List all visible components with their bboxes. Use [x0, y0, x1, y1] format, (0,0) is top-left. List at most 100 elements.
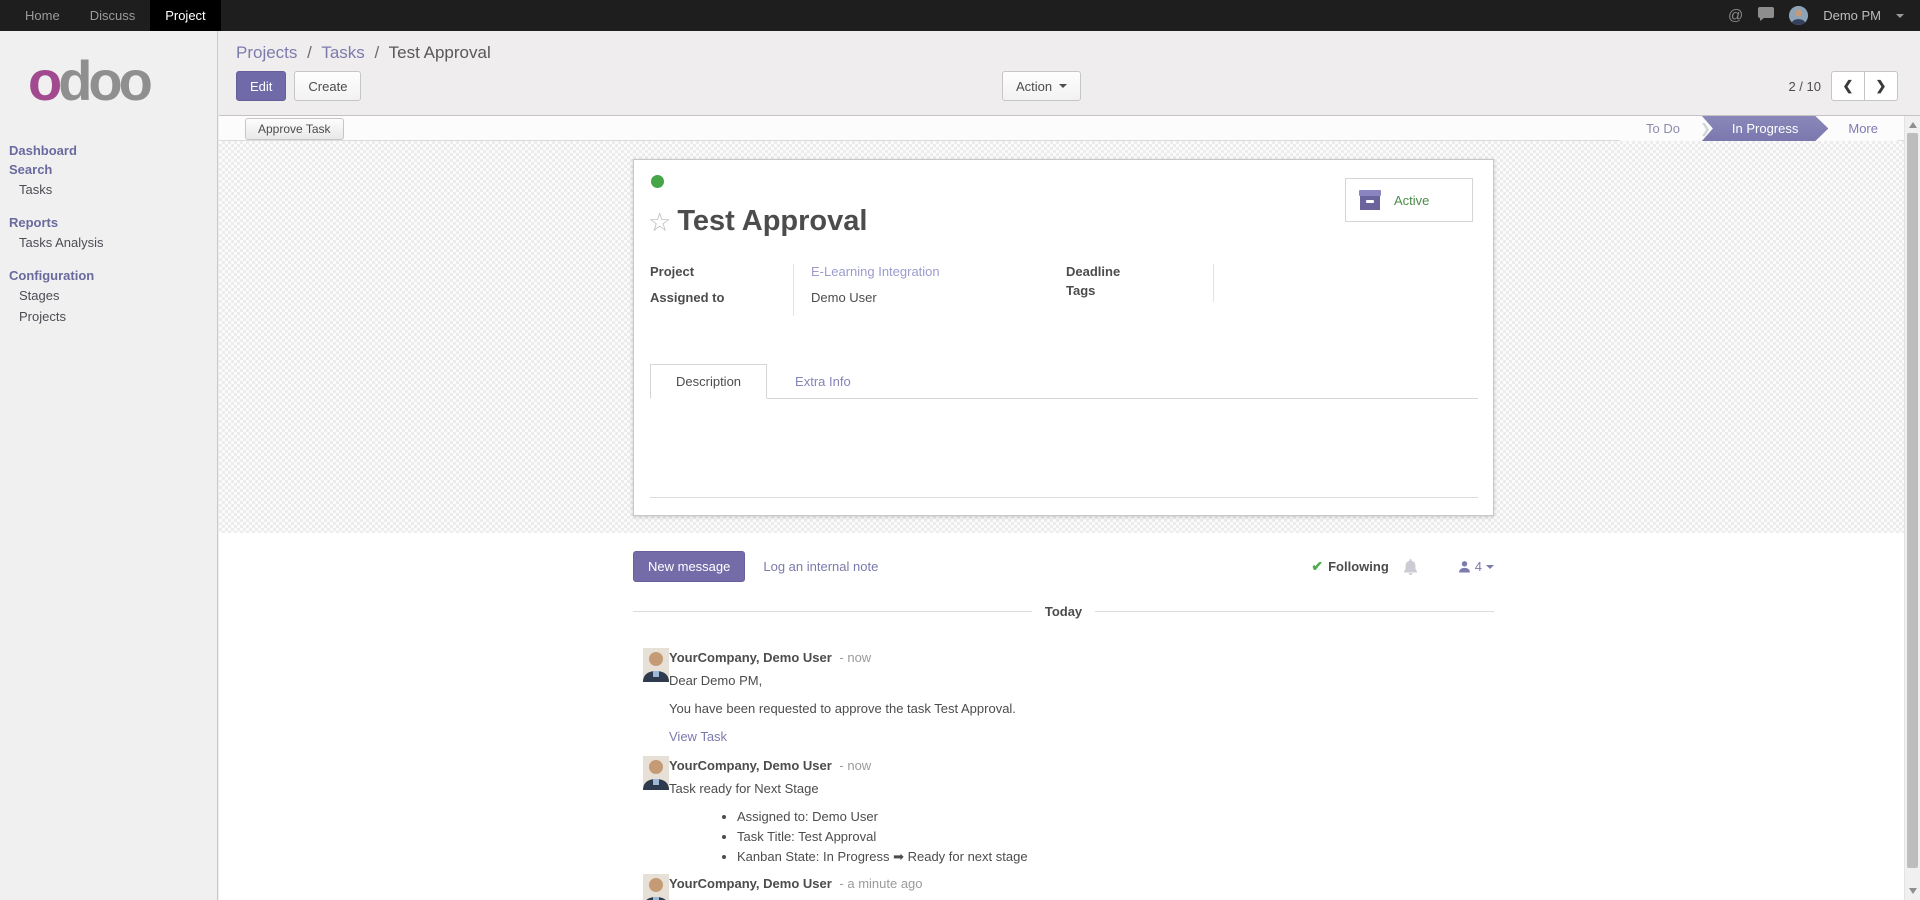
form-buttons: Edit Create [236, 71, 361, 101]
user-menu-caret-icon[interactable] [1896, 14, 1904, 18]
sidebar-item-projects[interactable]: Projects [0, 306, 217, 327]
deadline-field-value[interactable] [1213, 264, 1366, 283]
main-menu: Home Discuss Project [0, 0, 221, 31]
following-label: Following [1328, 559, 1389, 574]
check-icon: ✔ [1311, 558, 1323, 575]
user-avatar[interactable] [1789, 6, 1808, 25]
stage-todo[interactable]: To Do [1620, 116, 1700, 141]
tags-field-label: Tags [1066, 283, 1213, 302]
form-statusbar: Approve Task To Do ❯ In Progress More [219, 116, 1904, 141]
message-author: YourCompany, Demo User [669, 758, 832, 773]
app-sidebar: odoo Dashboard Search Tasks Reports Task… [0, 31, 218, 900]
message-author: YourCompany, Demo User [669, 650, 832, 665]
form-view-background: Active ☆ Test Approval Project E-Learnin… [219, 141, 1904, 533]
notebook-tabs: Description Extra Info [650, 362, 1478, 399]
user-name[interactable]: Demo PM [1823, 8, 1881, 23]
message-body: Dear Demo PM, You have been requested to… [669, 673, 1494, 744]
stage-in-progress[interactable]: In Progress [1702, 116, 1828, 141]
date-divider: Today [633, 604, 1494, 619]
field-group-right: Deadline Tags [1066, 264, 1366, 302]
menu-home[interactable]: Home [10, 0, 75, 31]
chatter-message: YourCompany, Demo User - now Dear Demo P… [633, 648, 1494, 744]
sidebar-item-tasks-analysis[interactable]: Tasks Analysis [0, 232, 217, 253]
odoo-app: Home Discuss Project @ Demo PM odoo Dash… [0, 0, 1920, 900]
following-button[interactable]: ✔ Following [1311, 558, 1388, 575]
sidebar-section-configuration[interactable]: Configuration [0, 266, 217, 285]
chatter: New message Log an internal note ✔ Follo… [219, 533, 1904, 900]
sheet-divider [650, 497, 1478, 498]
approve-task-button[interactable]: Approve Task [245, 118, 344, 140]
pager-value: 2 / 10 [1788, 79, 1821, 94]
mentions-at-icon[interactable]: @ [1728, 8, 1743, 23]
message-paragraph: You have been requested to approve the t… [669, 701, 1494, 716]
message-header: YourCompany, Demo User - now [669, 756, 1494, 773]
scroll-down-arrow-icon[interactable] [1909, 888, 1917, 894]
breadcrumb-tasks[interactable]: Tasks [321, 43, 364, 62]
follower-controls: ✔ Following 4 [1311, 558, 1494, 575]
bell-icon[interactable] [1403, 559, 1418, 575]
author-avatar [643, 648, 669, 682]
active-toggle-button[interactable]: Active [1345, 178, 1473, 222]
pager-previous-button[interactable]: ❮ [1831, 71, 1865, 101]
message-header: YourCompany, Demo User - now [669, 648, 1494, 665]
menu-discuss[interactable]: Discuss [75, 0, 151, 31]
sidebar-item-tasks[interactable]: Tasks [0, 179, 217, 200]
project-field-label: Project [650, 264, 793, 290]
sidebar-menu: Dashboard Search Tasks Reports Tasks Ana… [0, 141, 217, 327]
favorite-star-icon[interactable]: ☆ [648, 209, 671, 235]
tracking-value: Task Title: Test Approval [737, 829, 1494, 844]
sidebar-item-dashboard[interactable]: Dashboard [0, 141, 217, 160]
field-group-left: Project E-Learning Integration Assigned … [650, 264, 1066, 316]
top-navbar: Home Discuss Project @ Demo PM [0, 0, 1920, 31]
date-divider-label: Today [1032, 604, 1095, 619]
tab-description[interactable]: Description [650, 364, 767, 399]
record-pager: 2 / 10 ❮ ❯ [1788, 71, 1898, 101]
message-header: YourCompany, Demo User - a minute ago [669, 874, 1494, 891]
stage-widget: To Do ❯ In Progress More [1620, 116, 1898, 141]
task-form-sheet: Active ☆ Test Approval Project E-Learnin… [633, 159, 1494, 516]
tags-field-value[interactable] [1213, 283, 1366, 302]
new-message-button[interactable]: New message [633, 551, 745, 582]
log-internal-note-link[interactable]: Log an internal note [763, 559, 878, 574]
assigned-to-field-value[interactable]: Demo User [793, 290, 1066, 316]
view-task-link[interactable]: View Task [669, 729, 727, 744]
followers-count: 4 [1475, 559, 1482, 574]
chat-bubble-icon[interactable] [1758, 7, 1774, 24]
tracking-value: Assigned to: Demo User [737, 809, 1494, 824]
scroll-up-arrow-icon[interactable] [1909, 122, 1917, 128]
message-paragraph: Task ready for Next Stage [669, 781, 1494, 796]
message-author: YourCompany, Demo User [669, 876, 832, 891]
active-toggle-label: Active [1394, 193, 1429, 208]
action-dropdown-button[interactable]: Action [1002, 71, 1081, 101]
vertical-scrollbar[interactable] [1904, 116, 1920, 900]
action-caret-icon [1059, 84, 1067, 88]
menu-project[interactable]: Project [150, 0, 220, 31]
author-avatar [643, 756, 669, 790]
kanban-state-dot[interactable] [651, 175, 664, 188]
sidebar-section-reports[interactable]: Reports [0, 213, 217, 232]
pager-next-button[interactable]: ❯ [1864, 71, 1898, 101]
task-title-row: ☆ Test Approval [648, 205, 867, 238]
breadcrumb-separator: / [370, 43, 385, 62]
person-icon [1458, 560, 1471, 573]
followers-caret-icon [1486, 565, 1494, 569]
chatter-message: YourCompany, Demo User - now Task ready … [633, 756, 1494, 870]
odoo-logo[interactable]: odoo [28, 53, 217, 109]
message-time: - now [835, 650, 871, 665]
chatter-message: YourCompany, Demo User - a minute ago [633, 874, 1494, 891]
breadcrumb-projects[interactable]: Projects [236, 43, 297, 62]
create-button[interactable]: Create [294, 71, 361, 101]
edit-button[interactable]: Edit [236, 71, 286, 101]
stage-more[interactable]: More [1828, 116, 1898, 141]
followers-dropdown-button[interactable]: 4 [1458, 559, 1494, 574]
project-field-value[interactable]: E-Learning Integration [793, 264, 1066, 290]
breadcrumb: Projects / Tasks / Test Approval [236, 43, 491, 63]
tab-extra-info[interactable]: Extra Info [767, 365, 879, 398]
sidebar-item-search[interactable]: Search [0, 160, 217, 179]
message-time: - a minute ago [835, 876, 922, 891]
deadline-field-label: Deadline [1066, 264, 1213, 283]
message-time: - now [835, 758, 871, 773]
sidebar-item-stages[interactable]: Stages [0, 285, 217, 306]
assigned-to-field-label: Assigned to [650, 290, 793, 316]
scrollbar-thumb[interactable] [1907, 133, 1918, 868]
